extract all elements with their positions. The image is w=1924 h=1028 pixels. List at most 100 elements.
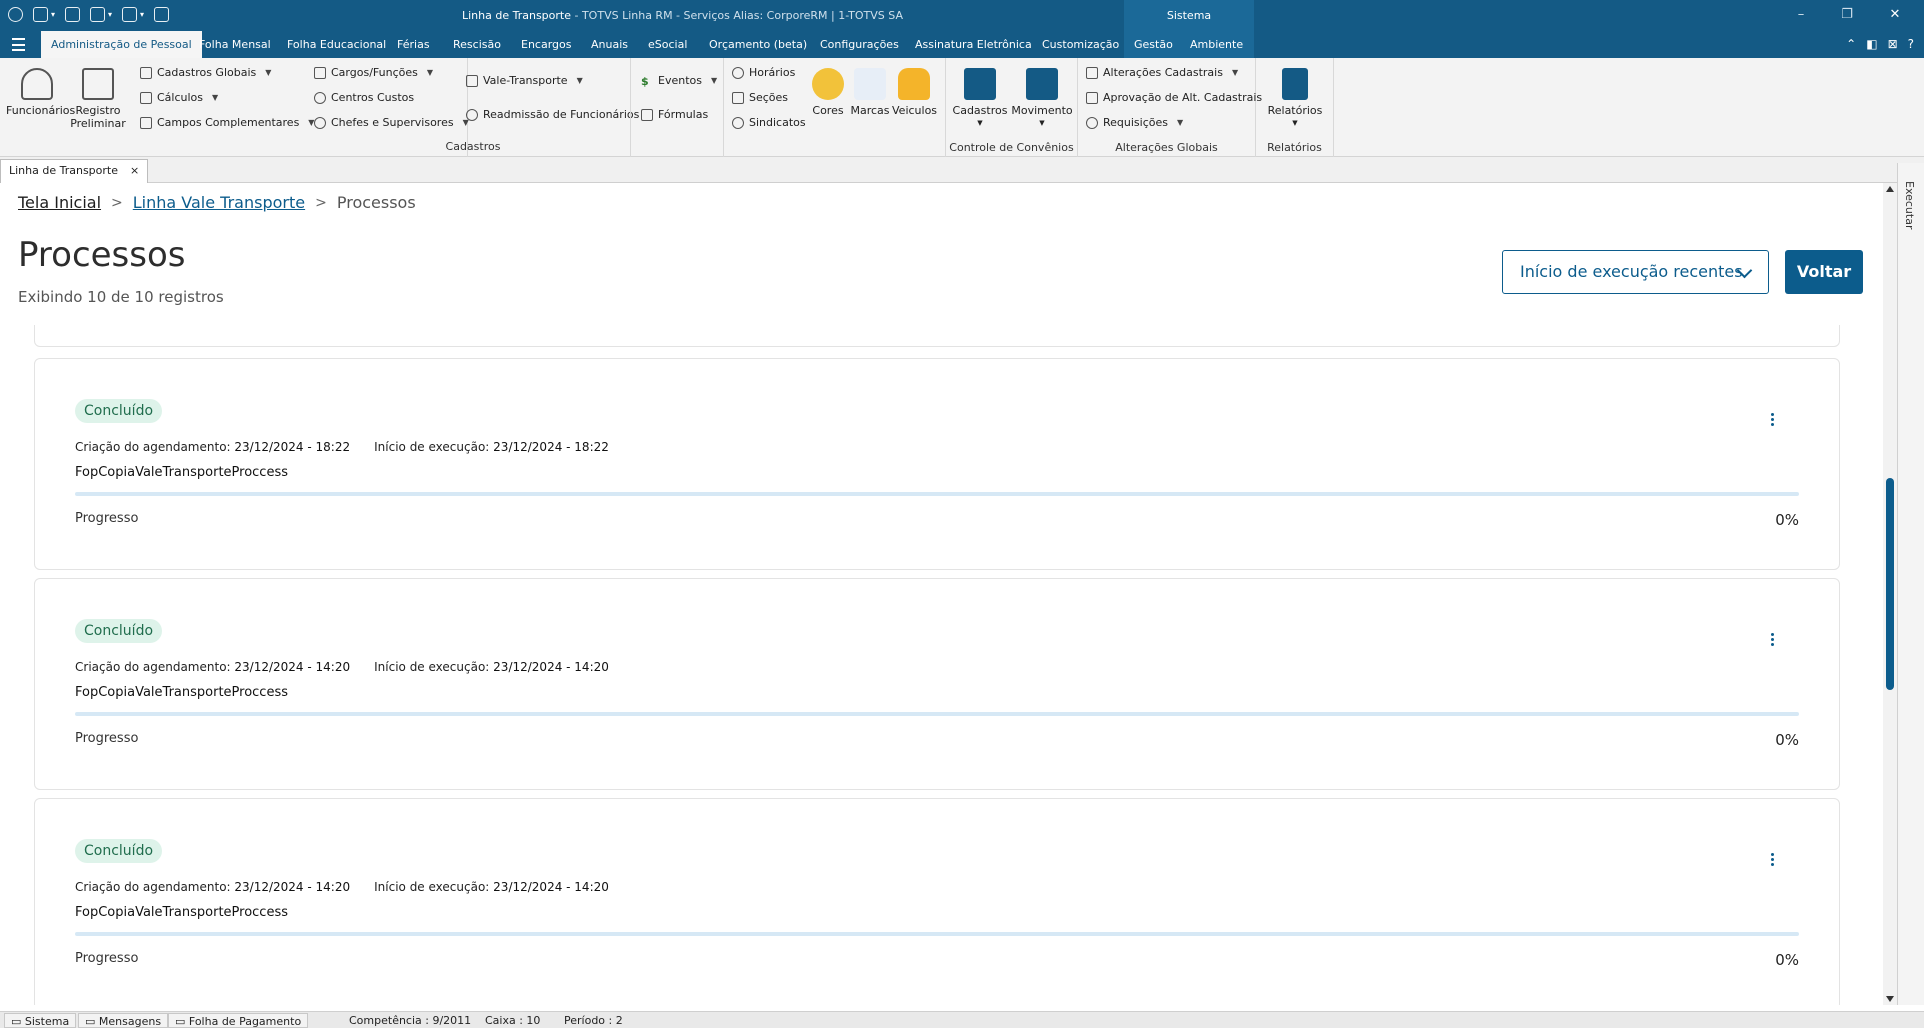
sindicatos-button[interactable]: Sindicatos: [732, 116, 806, 129]
scroll-up-icon[interactable]: [1886, 186, 1894, 192]
more-options-icon[interactable]: [1771, 413, 1775, 427]
side-panel-executar[interactable]: Executar: [1897, 163, 1924, 1005]
main-content: Tela Inicial > Linha Vale Transporte > P…: [0, 183, 1883, 1005]
formulas-label: Fórmulas: [658, 108, 709, 121]
cores-button[interactable]: Cores: [808, 68, 848, 117]
ribbon-tab-bar: Administração de Pessoal Folha Mensal Fo…: [0, 31, 1924, 58]
tab-administracao-de-pessoal[interactable]: Administração de Pessoal: [41, 31, 202, 58]
window-icon[interactable]: [65, 7, 81, 22]
vale-transporte-button[interactable]: Vale-Transporte ▼: [466, 74, 583, 87]
hamburger-menu-icon[interactable]: [12, 38, 25, 51]
tab-ferias[interactable]: Férias: [387, 31, 440, 58]
created-label: Criação do agendamento:: [75, 880, 231, 894]
tab-anuais[interactable]: Anuais: [581, 31, 638, 58]
tab-configuracoes[interactable]: Configurações: [810, 31, 909, 58]
cadastros-globais-label: Cadastros Globais: [157, 66, 257, 79]
cargos-funcoes-label: Cargos/Funções: [331, 66, 418, 79]
tab-orcamento[interactable]: Orçamento (beta): [699, 31, 817, 58]
briefcase-icon: [314, 66, 326, 79]
calculator-icon: [140, 91, 152, 104]
back-button[interactable]: Voltar: [1785, 250, 1863, 294]
chevron-down-icon[interactable]: ▾: [140, 10, 144, 19]
aprovacao-alt-button[interactable]: Aprovação de Alt. Cadastrais: [1086, 91, 1262, 104]
conv-movimento-button[interactable]: Movimento ▼: [1010, 68, 1074, 130]
campos-complementares-button[interactable]: Campos Complementares ▼: [140, 116, 314, 129]
marcas-label: Marcas: [850, 104, 890, 117]
registro-preliminar-button[interactable]: Registro Preliminar: [70, 68, 126, 130]
process-meta: Criação do agendamento: 23/12/2024 - 18:…: [75, 440, 609, 454]
close-tab-icon[interactable]: ×: [130, 160, 139, 183]
formulas-button[interactable]: Fórmulas: [641, 108, 708, 121]
cargos-funcoes-button[interactable]: Cargos/Funções ▼: [314, 66, 433, 79]
status-sistema[interactable]: ▭ Sistema: [4, 1013, 77, 1028]
chevron-down-icon: ▼: [1292, 119, 1298, 127]
maximize-icon[interactable]: ❐: [1836, 5, 1858, 25]
more-options-icon[interactable]: [1771, 633, 1775, 647]
tab-ambiente[interactable]: Ambiente: [1180, 31, 1254, 58]
status-badge: Concluído: [75, 619, 163, 643]
status-badge: Concluído: [75, 399, 163, 423]
vertical-scrollbar[interactable]: [1883, 183, 1897, 1005]
chefes-supervisores-button[interactable]: Chefes e Supervisores ▼: [314, 116, 469, 129]
alteracoes-cadastrais-button[interactable]: Alterações Cadastrais ▼: [1086, 66, 1238, 79]
tab-folha-educacional[interactable]: Folha Educacional: [277, 31, 396, 58]
calculos-button[interactable]: Cálculos ▼: [140, 91, 218, 104]
funcionarios-button[interactable]: Funcionários: [6, 68, 76, 117]
marcas-button[interactable]: Marcas: [850, 68, 890, 117]
status-mensagens[interactable]: ▭ Mensagens: [78, 1013, 169, 1028]
eventos-button[interactable]: $ Eventos ▼: [641, 74, 717, 88]
start-label: Início de execução:: [374, 440, 490, 454]
conv-cadastros-button[interactable]: Cadastros ▼: [950, 68, 1010, 130]
centros-custos-button[interactable]: Centros Custos: [314, 91, 414, 104]
system-tab[interactable]: Sistema: [1124, 0, 1254, 31]
view-icon[interactable]: [90, 7, 106, 22]
status-folha[interactable]: ▭ Folha de Pagamento: [168, 1013, 309, 1028]
readmissao-button[interactable]: Readmissão de Funcionários: [466, 108, 639, 121]
chevron-down-icon[interactable]: ▾: [51, 10, 55, 19]
tab-customizacao[interactable]: Customização: [1032, 31, 1129, 58]
close-tab-icon[interactable]: ⊠: [1888, 37, 1898, 51]
progress-bar: [75, 932, 1799, 936]
document-tab[interactable]: Linha de Transporte ×: [0, 159, 149, 183]
cadastros-globais-button[interactable]: Cadastros Globais ▼: [140, 66, 271, 79]
scroll-down-icon[interactable]: [1886, 996, 1894, 1002]
brand-logo-icon: [854, 68, 886, 100]
app-window: ▾ ▾ ▾ Linha de Transporte - TOTVS Linha …: [0, 0, 1924, 1028]
chevron-down-icon: ▼: [1039, 119, 1045, 127]
tab-rescisao[interactable]: Rescisão: [443, 31, 511, 58]
secoes-button[interactable]: Seções: [732, 91, 788, 104]
collapse-ribbon-icon[interactable]: ⌃: [1846, 37, 1856, 51]
chevron-down-icon[interactable]: ▾: [108, 10, 112, 19]
close-icon[interactable]: ✕: [1884, 5, 1906, 25]
fields-icon: [140, 116, 152, 129]
tab-folha-mensal[interactable]: Folha Mensal: [189, 31, 281, 58]
tab-esocial[interactable]: eSocial: [638, 31, 697, 58]
side-panel-label: Executar: [1903, 181, 1916, 230]
funcionarios-label: Funcionários: [6, 104, 76, 117]
breadcrumb-parent-link[interactable]: Linha Vale Transporte: [133, 193, 305, 212]
window-title-suffix: - TOTVS Linha RM - Serviços Alias: Corpo…: [574, 9, 903, 22]
tab-assinatura-eletronica[interactable]: Assinatura Eletrônica: [905, 31, 1042, 58]
document-tab-label: Linha de Transporte: [9, 164, 118, 177]
help-icon[interactable]: ?: [1908, 37, 1914, 51]
tab-encargos[interactable]: Encargos: [511, 31, 581, 58]
breadcrumb-home-link[interactable]: Tela Inicial: [18, 193, 101, 212]
veiculos-button[interactable]: Veiculos: [892, 68, 937, 117]
minimize-icon[interactable]: –: [1790, 5, 1812, 25]
requisicoes-button[interactable]: Requisições ▼: [1086, 116, 1183, 129]
calculator-icon[interactable]: [154, 7, 170, 22]
ribbon-group-relatorios: Relatórios ▼ Relatórios: [1256, 58, 1334, 157]
relatorios-button[interactable]: Relatórios ▼: [1264, 68, 1326, 130]
tools-icon[interactable]: [33, 7, 48, 22]
breadcrumb-current: Processos: [336, 193, 416, 212]
home-icon[interactable]: [122, 7, 138, 22]
tab-gestao[interactable]: Gestão: [1124, 31, 1180, 58]
app-menu-icon[interactable]: [8, 7, 23, 22]
sort-select[interactable]: Início de execução recentes: [1502, 250, 1769, 294]
more-options-icon[interactable]: [1771, 853, 1775, 867]
horarios-button[interactable]: Horários: [732, 66, 795, 79]
start-value: 23/12/2024 - 14:20: [493, 660, 609, 674]
process-name: FopCopiaValeTransporteProccess: [75, 685, 289, 700]
layout-icon[interactable]: ◧: [1866, 37, 1877, 51]
scrollbar-thumb[interactable]: [1886, 478, 1894, 690]
